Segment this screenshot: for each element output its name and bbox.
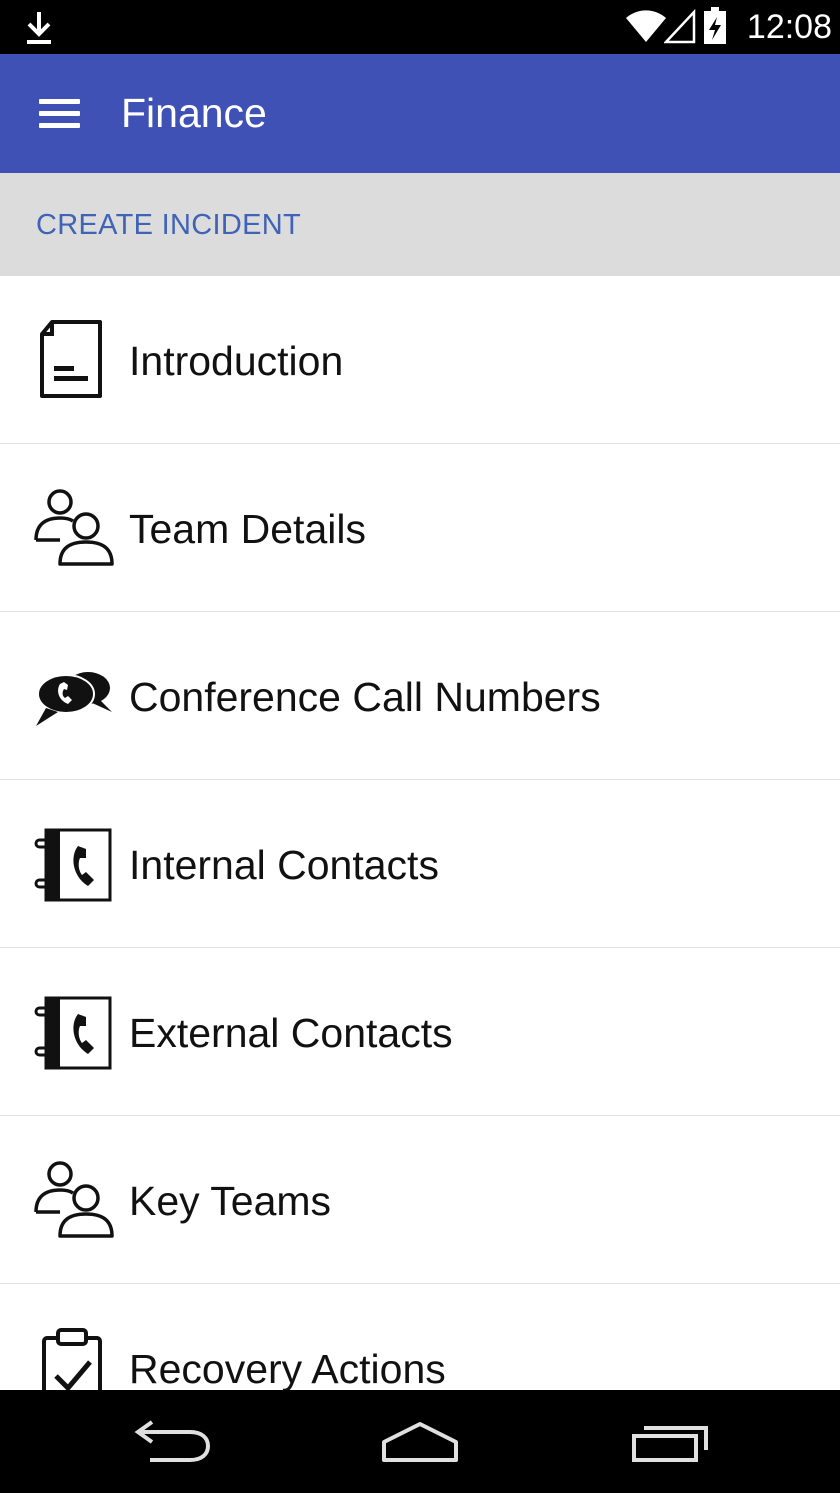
list-item-label: Key Teams xyxy=(129,1178,332,1224)
status-clock: 12:08 xyxy=(746,8,832,46)
app-bar: Finance xyxy=(0,54,840,173)
navigation-bar xyxy=(0,1390,840,1493)
download-icon xyxy=(27,12,51,44)
list-item-label: External Contacts xyxy=(129,1010,453,1056)
list-item-label: Internal Contacts xyxy=(129,842,439,888)
battery-icon xyxy=(704,7,726,44)
wifi-icon xyxy=(626,10,666,42)
list-item-label: Introduction xyxy=(129,338,344,384)
list-item-external-contacts[interactable]: External Contacts xyxy=(0,948,840,1116)
create-incident-label[interactable]: CREATE INCIDENT xyxy=(36,207,301,243)
phone-book-icon xyxy=(34,828,112,902)
section-header[interactable]: CREATE INCIDENT xyxy=(0,173,840,276)
back-icon[interactable] xyxy=(126,1418,218,1464)
phone-book-icon xyxy=(34,996,112,1070)
list-item-label: Team Details xyxy=(129,506,366,552)
list-item-team-details[interactable]: Team Details xyxy=(0,444,840,612)
list-item-conference-call-numbers[interactable]: Conference Call Numbers xyxy=(0,612,840,780)
list-item-internal-contacts[interactable]: Internal Contacts xyxy=(0,780,840,948)
hamburger-menu-icon[interactable] xyxy=(30,90,88,138)
recents-icon[interactable] xyxy=(624,1418,716,1464)
list-item-label: Conference Call Numbers xyxy=(129,674,601,720)
screen: 12:08 Finance CREATE INCIDENT Introducti… xyxy=(0,0,840,1493)
signal-icon xyxy=(664,8,696,44)
list-item-introduction[interactable]: Introduction xyxy=(0,276,840,444)
home-icon[interactable] xyxy=(374,1418,466,1464)
list-item-label: Recovery Actions xyxy=(129,1346,446,1392)
people-icon xyxy=(34,489,114,566)
document-icon xyxy=(40,320,102,398)
app-title: Finance xyxy=(121,90,267,136)
menu-list: Introduction Team Details Conference Cal… xyxy=(0,276,840,1452)
conference-call-icon xyxy=(36,672,112,726)
people-icon xyxy=(34,1161,114,1238)
status-bar: 12:08 xyxy=(0,0,840,54)
list-item-key-teams[interactable]: Key Teams xyxy=(0,1116,840,1284)
